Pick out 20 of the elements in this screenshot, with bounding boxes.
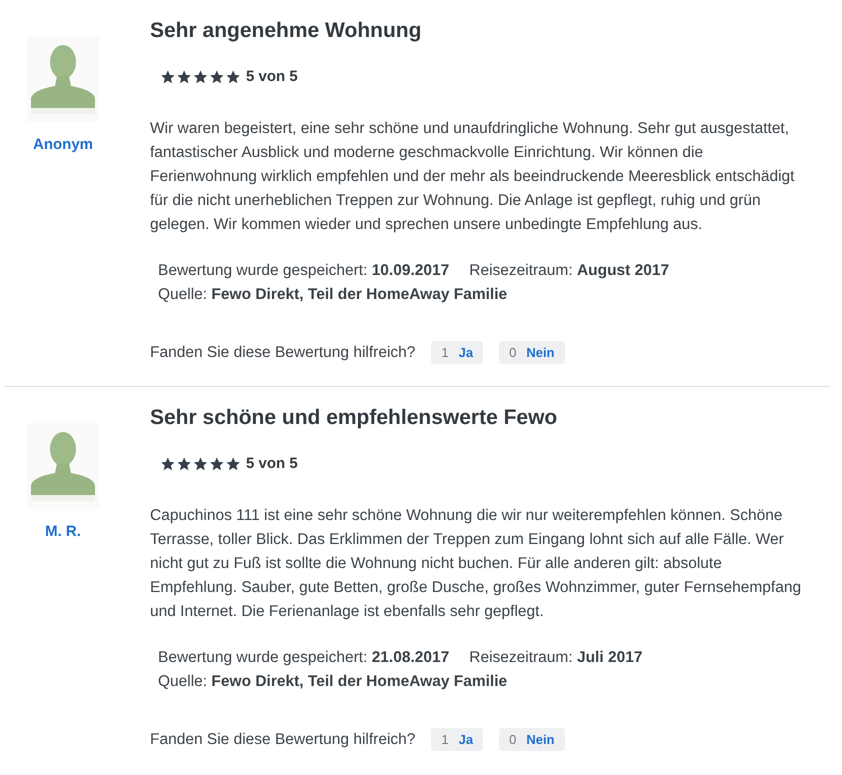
saved-date: Bewertung wurde gespeichert: 21.08.2017 bbox=[158, 648, 450, 668]
no-button[interactable]: 0 Nein bbox=[499, 728, 564, 751]
helpful-question: Fanden Sie diese Bewertung hilfreich? bbox=[150, 730, 416, 750]
saved-date: Bewertung wurde gespeichert: 10.09.2017 bbox=[158, 260, 450, 280]
review-text: Wir waren begeistert, eine sehr schöne und unaufdringliche Wohnung. Sehr gut ausgestattet, fantastischer Ausblick und moderne geschmackvolle Einrichtung. Wir können die Ferienwohnung wirklich empfehlen und der mehr als beeindruckende Meeresblick entschädigt für die nicht unerheblichen Treppen zur Wohnung. Die Anlage ist gepflegt, ruhig und grün gelegen. Wir kommen wieder und sprechen unsere unbedingte Empfehlung aus. bbox=[150, 118, 796, 234]
rating-text: 5 von 5 bbox=[246, 67, 298, 87]
review-source: Quelle: Fewo Direkt, Teil der HomeAway Familie bbox=[158, 284, 508, 304]
travel-period: Reisezeitraum: August 2017 bbox=[469, 260, 670, 280]
review-text: Capuchinos 111 ist eine sehr schöne Wohnung die wir nur weiterempfehlen können. Schöne Terrasse, toller Blick. Das Erklimmen der Treppen zum Eingang lohnt sich auf alle Fälle. Wer nicht gut zu Fuß ist sollte die Wohnung nicht buchen. Für alle anderen gilt: absolute Empfehlung. Sauber, gute Betten, große Dusche, großes Wohnzimmer, guter Fernsehempfang und Internet. Die Ferienanlage ist ebenfalls sehr gepflegt. bbox=[150, 506, 802, 622]
author-name[interactable]: Anonym bbox=[33, 134, 93, 156]
helpful-question: Fanden Sie diese Bewertung hilfreich? bbox=[150, 342, 416, 363]
yes-button[interactable]: 1 Ja bbox=[431, 340, 484, 364]
review-title: Sehr angenehme Wohnung bbox=[150, 18, 422, 44]
author-name[interactable]: M. R. bbox=[45, 521, 81, 544]
yes-button[interactable]: 1 Ja bbox=[431, 728, 484, 751]
review-title: Sehr schöne und empfehlenswerte Fewo bbox=[150, 405, 558, 431]
travel-period: Reisezeitraum: Juli 2017 bbox=[469, 648, 642, 668]
review-source: Quelle: Fewo Direkt, Teil der HomeAway Familie bbox=[158, 672, 508, 692]
rating-text: 5 von 5 bbox=[246, 454, 298, 474]
no-button[interactable]: 0 Nein bbox=[499, 340, 564, 364]
